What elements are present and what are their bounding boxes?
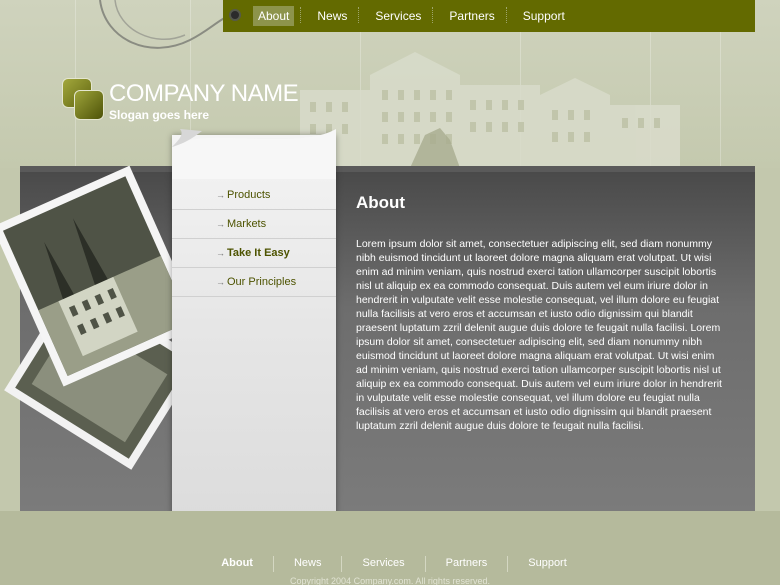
top-nav-partners[interactable]: Partners bbox=[432, 6, 499, 26]
side-menu-item-label: Markets bbox=[227, 218, 267, 230]
menu-arrow-icon: → bbox=[216, 248, 225, 258]
logo-square-front bbox=[74, 90, 104, 120]
top-nav-services[interactable]: Services bbox=[358, 6, 426, 26]
footer-nav-services[interactable]: Services bbox=[341, 556, 424, 572]
footer-nav-support[interactable]: Support bbox=[507, 556, 587, 572]
photo-collage-image bbox=[0, 165, 201, 470]
top-nav-news[interactable]: News bbox=[300, 6, 352, 26]
side-menu: → Products → Markets → Take It Easy → Ou… bbox=[172, 129, 336, 520]
menu-arrow-icon: → bbox=[216, 219, 225, 229]
hanging-hook-icon bbox=[229, 9, 241, 21]
side-menu-item-label: Take It Easy bbox=[227, 247, 290, 259]
side-menu-list: → Products → Markets → Take It Easy → Ou… bbox=[172, 181, 336, 297]
side-menu-item-products[interactable]: → Products bbox=[172, 181, 336, 210]
slogan: Slogan goes here bbox=[109, 108, 210, 122]
footer-nav-partners[interactable]: Partners bbox=[424, 556, 508, 572]
side-menu-item-label: Products bbox=[227, 189, 271, 201]
side-menu-item-our-principles[interactable]: → Our Principles bbox=[172, 268, 336, 297]
page-curl-decoration bbox=[172, 129, 336, 179]
top-nav-about[interactable]: About bbox=[253, 6, 295, 26]
company-name: COMPANY NAME bbox=[109, 80, 299, 107]
city-skyline-image bbox=[300, 52, 680, 168]
side-menu-item-label: Our Principles bbox=[227, 276, 297, 288]
copyright-text: Copyright 2004 Company.com. All rights r… bbox=[290, 576, 490, 585]
footer-nav-news[interactable]: News bbox=[272, 556, 342, 572]
top-nav-support[interactable]: Support bbox=[505, 6, 570, 26]
footer-nav-about[interactable]: About bbox=[201, 556, 273, 572]
footer-navigation: About News Services Partners Support bbox=[0, 556, 780, 572]
side-menu-item-markets[interactable]: → Markets bbox=[172, 210, 336, 239]
top-navigation: About News Services Partners Support bbox=[223, 0, 755, 32]
content-body-text: Lorem ipsum dolor sit amet, consectetuer… bbox=[356, 238, 722, 432]
menu-arrow-icon: → bbox=[216, 277, 225, 287]
side-menu-item-take-it-easy[interactable]: → Take It Easy bbox=[172, 239, 336, 268]
footer bbox=[0, 511, 780, 585]
header: About News Services Partners Support COM… bbox=[0, 0, 780, 168]
logo-squares-icon bbox=[62, 78, 106, 122]
content-title: About bbox=[356, 193, 406, 212]
hanging-string-icon bbox=[99, 0, 233, 49]
menu-arrow-icon: → bbox=[216, 190, 225, 200]
